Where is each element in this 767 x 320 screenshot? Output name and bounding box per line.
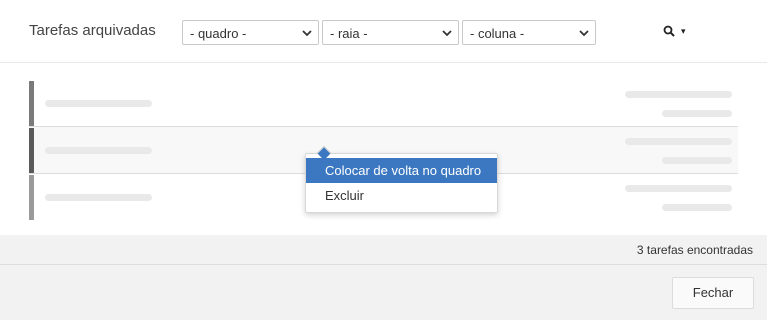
chevron-down-icon	[302, 30, 312, 37]
placeholder-meta	[625, 185, 732, 192]
board-select[interactable]: - quadro -	[182, 20, 319, 45]
close-button[interactable]: Fechar	[672, 277, 754, 309]
chevron-down-icon	[442, 30, 452, 37]
page-title: Tarefas arquivadas	[29, 22, 156, 39]
placeholder-meta	[625, 138, 732, 145]
results-summary: 3 tarefas encontradas	[0, 235, 767, 265]
placeholder-title	[45, 100, 152, 107]
swimlane-select-value: - raia -	[330, 26, 368, 41]
placeholder-meta	[662, 157, 732, 164]
table-row[interactable]	[29, 80, 738, 127]
results-count: 3 tarefas encontradas	[636, 243, 753, 257]
placeholder-title	[45, 147, 152, 154]
task-color-bar	[29, 81, 34, 126]
column-select-value: - coluna -	[470, 26, 525, 41]
task-color-bar	[29, 175, 34, 220]
task-color-bar	[29, 128, 34, 173]
placeholder-title	[45, 194, 152, 201]
placeholder-meta	[662, 110, 732, 117]
search-icon	[663, 25, 675, 37]
chevron-down-icon	[579, 30, 589, 37]
header-bar: Tarefas arquivadas - quadro - - raia - -…	[0, 0, 767, 63]
caret-down-icon: ▾	[681, 26, 686, 36]
dialog-footer: Fechar	[0, 265, 767, 320]
placeholder-meta	[625, 91, 732, 98]
search-toggle-button[interactable]: ▾	[658, 22, 694, 42]
placeholder-meta	[662, 204, 732, 211]
delete-menu-item[interactable]: Excluir	[306, 183, 497, 208]
column-select[interactable]: - coluna -	[462, 20, 596, 45]
restore-to-board-menu-item[interactable]: Colocar de volta no quadro	[306, 158, 497, 183]
context-menu: Colocar de volta no quadro Excluir	[305, 145, 498, 213]
board-select-value: - quadro -	[190, 26, 247, 41]
swimlane-select[interactable]: - raia -	[322, 20, 459, 45]
